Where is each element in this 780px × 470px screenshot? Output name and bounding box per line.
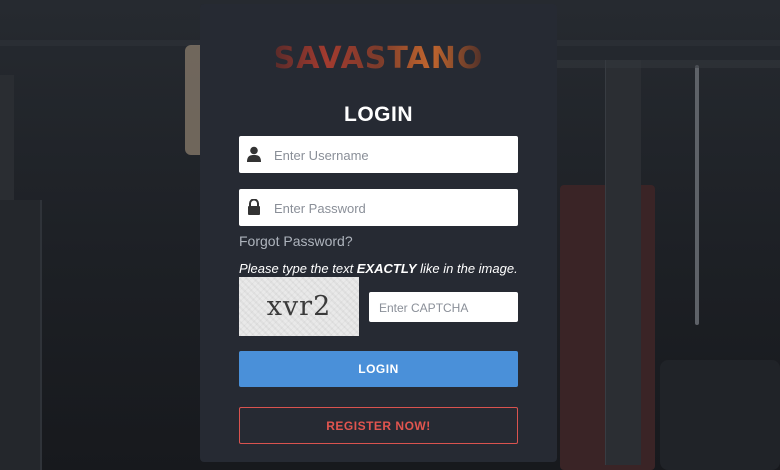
user-icon bbox=[247, 146, 261, 162]
password-field bbox=[239, 189, 518, 228]
username-field bbox=[239, 136, 518, 175]
captcha-field bbox=[369, 292, 518, 324]
captcha-instruction-emphasis: EXACTLY bbox=[356, 261, 417, 276]
captcha-input[interactable] bbox=[377, 292, 516, 324]
captcha-image: xvr2 bbox=[239, 277, 359, 336]
register-button[interactable]: REGISTER NOW! bbox=[239, 407, 518, 444]
brand-logo-text: SAVASTANO bbox=[273, 41, 484, 76]
username-input[interactable] bbox=[272, 136, 516, 175]
captcha-image-text: xvr2 bbox=[266, 291, 332, 322]
forgot-password-link[interactable]: Forgot Password? bbox=[239, 233, 353, 249]
login-button[interactable]: LOGIN bbox=[239, 351, 518, 387]
captcha-instruction: Please type the text EXACTLY like in the… bbox=[239, 261, 518, 276]
login-card: SAVASTANO LOGIN Forgot Password? Please … bbox=[200, 4, 557, 462]
captcha-instruction-suffix: like in the image. bbox=[416, 261, 518, 276]
captcha-instruction-prefix: Please type the text bbox=[239, 261, 357, 276]
login-title: LOGIN bbox=[344, 103, 413, 126]
brand-logo: SAVASTANO bbox=[200, 41, 557, 76]
lock-icon bbox=[248, 199, 260, 215]
password-input[interactable] bbox=[272, 189, 516, 228]
